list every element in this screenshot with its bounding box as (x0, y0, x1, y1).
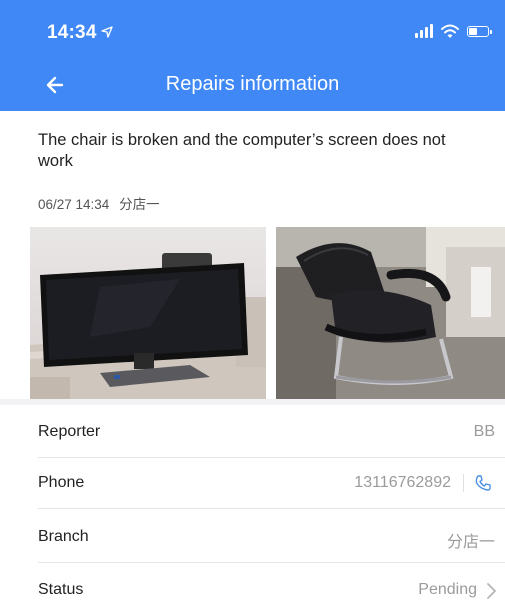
page-title: Repairs information (165, 73, 340, 95)
repair-branch-tag: 分店一 (119, 197, 160, 212)
phone-row: Phone 13116762892 (38, 456, 505, 509)
status-row[interactable]: Status Pending (38, 563, 505, 616)
status-value: Pending (418, 581, 477, 598)
repair-description: The chair is broken and the computer’s s… (38, 131, 446, 170)
branch-label: Branch (38, 528, 89, 545)
office-chair-photo[interactable] (276, 227, 505, 399)
repair-meta: 06/27 14:34 分店一 (38, 193, 160, 213)
status-label: Status (38, 581, 84, 598)
phone-label: Phone (38, 474, 85, 491)
phone-divider (463, 474, 464, 492)
app-header: 14:34 Repairs information (0, 0, 505, 111)
location-arrow-icon (100, 22, 113, 44)
reporter-value: BB (473, 423, 495, 440)
system-icons (415, 24, 495, 40)
reporter-row: Reporter BB (38, 405, 505, 458)
monitor-photo[interactable] (30, 227, 266, 399)
branch-row: Branch 分店一 (38, 510, 505, 563)
signal-icon (415, 24, 435, 40)
battery-icon (467, 26, 492, 37)
repair-date: 06/27 14:34 (38, 197, 110, 212)
status-bar: 14:34 (0, 0, 505, 52)
chevron-right-icon (485, 582, 497, 600)
phone-value: 13116762892 (354, 474, 451, 491)
status-time: 14:34 (47, 22, 113, 44)
phone-icon[interactable] (473, 473, 493, 493)
navigation-bar: Repairs information (0, 60, 505, 110)
branch-value: 分店一 (446, 534, 495, 551)
reporter-label: Reporter (38, 423, 101, 440)
wifi-icon (441, 24, 459, 40)
status-time-text: 14:34 (47, 22, 97, 43)
